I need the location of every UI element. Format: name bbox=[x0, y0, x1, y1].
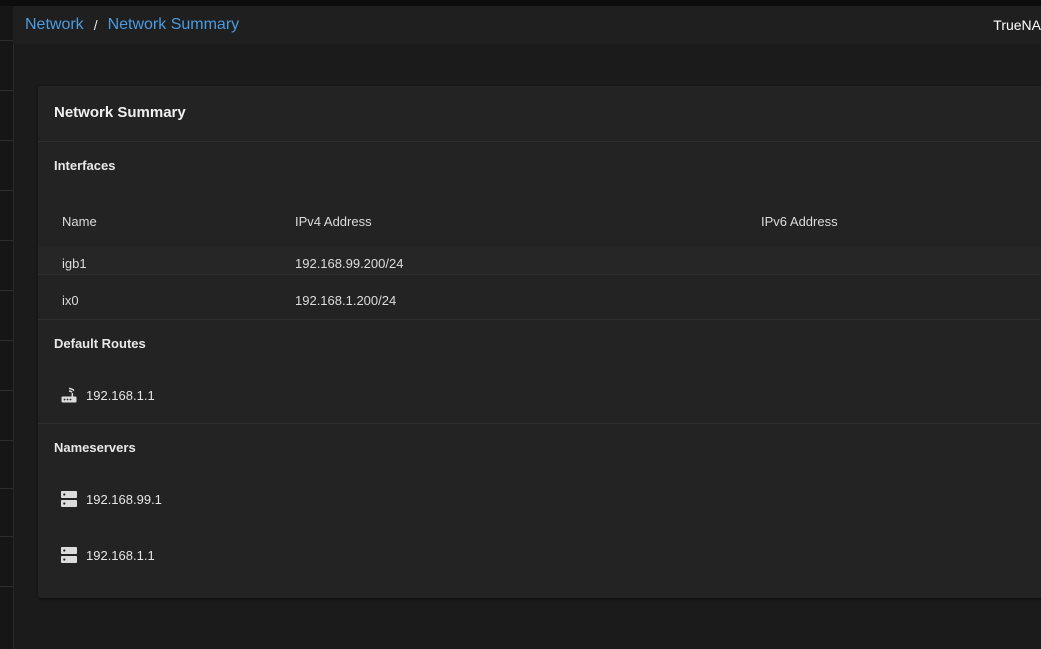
rail-divider bbox=[0, 240, 13, 241]
table-row bbox=[38, 283, 1041, 319]
default-route-ip: 192.168.1.1 bbox=[86, 387, 155, 403]
divider bbox=[38, 141, 1041, 142]
rail-divider bbox=[0, 90, 13, 91]
divider bbox=[38, 319, 1041, 320]
nameserver-ip: 192.168.1.1 bbox=[86, 547, 155, 563]
left-sidebar-rail bbox=[0, 6, 14, 649]
nameserver-ip: 192.168.99.1 bbox=[86, 491, 162, 507]
rail-divider bbox=[0, 140, 13, 141]
table-row bbox=[38, 246, 1041, 274]
divider bbox=[38, 423, 1041, 424]
network-summary-card: Network Summary Interfaces Name IPv4 Add… bbox=[38, 86, 1041, 598]
page-header: Network / Network Summary TrueNA bbox=[13, 6, 1041, 44]
default-route-item: 192.168.1.1 bbox=[60, 386, 155, 404]
rail-divider bbox=[0, 440, 13, 441]
rail-divider bbox=[0, 40, 13, 41]
nameserver-item: 192.168.99.1 bbox=[60, 490, 162, 508]
interface-ipv4: 192.168.1.200/24 bbox=[295, 293, 397, 308]
router-icon bbox=[60, 386, 78, 404]
card-title: Network Summary bbox=[54, 104, 186, 121]
default-routes-section-title: Default Routes bbox=[54, 336, 146, 351]
interfaces-section-title: Interfaces bbox=[54, 158, 116, 173]
rail-divider bbox=[0, 586, 13, 587]
breadcrumb-network-summary-link[interactable]: Network Summary bbox=[108, 16, 240, 34]
interface-name: ix0 bbox=[62, 293, 79, 308]
brand-name: TrueNA bbox=[993, 17, 1041, 33]
column-header-ipv4: IPv4 Address bbox=[295, 214, 372, 229]
dns-server-icon bbox=[60, 490, 78, 508]
rail-divider bbox=[0, 340, 13, 341]
breadcrumb-network-link[interactable]: Network bbox=[25, 16, 84, 34]
nameserver-item: 192.168.1.1 bbox=[60, 546, 155, 564]
rail-divider bbox=[0, 390, 13, 391]
column-header-name: Name bbox=[62, 214, 97, 229]
dns-server-icon bbox=[60, 546, 78, 564]
rail-divider bbox=[0, 190, 13, 191]
column-header-ipv6: IPv6 Address bbox=[761, 214, 838, 229]
nameservers-section-title: Nameservers bbox=[54, 440, 136, 455]
breadcrumb-separator: / bbox=[93, 17, 98, 33]
rail-divider bbox=[0, 290, 13, 291]
interface-ipv4: 192.168.99.200/24 bbox=[295, 256, 404, 271]
row-divider bbox=[38, 274, 1041, 275]
breadcrumb: Network / Network Summary bbox=[25, 16, 239, 34]
rail-divider bbox=[0, 488, 13, 489]
rail-divider bbox=[0, 536, 13, 537]
interface-name: igb1 bbox=[62, 256, 87, 271]
